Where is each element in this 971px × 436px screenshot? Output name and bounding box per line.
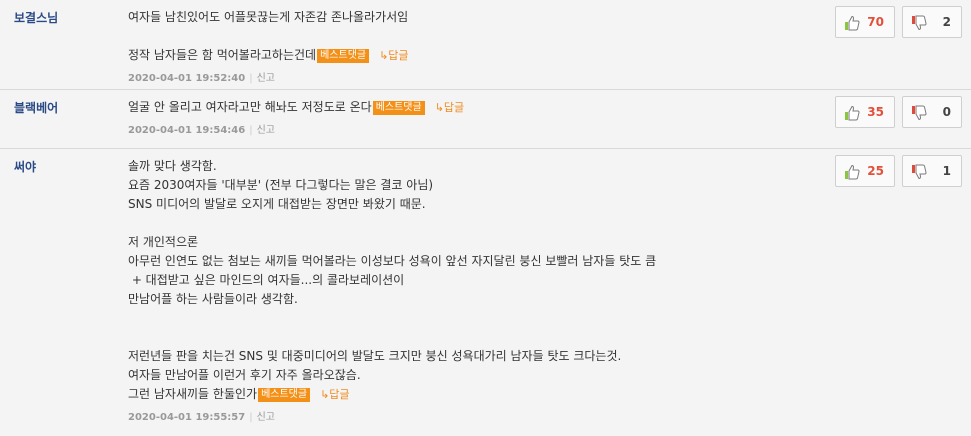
like-count: 35 [867,105,884,119]
comment-text-line: 만남어플 하는 사람들이라 생각함. [128,292,298,306]
comment-item: 써야 솔까 맞다 생각함. 요즘 2030여자들 '대부분' (전부 다그렇다는 말… [0,149,971,436]
comment-date: 2020-04-01 19:52:40 [128,73,246,84]
dislike-button[interactable]: 1 [902,155,962,187]
best-comment-badge: 베스트댓글 [317,49,370,63]
report-link[interactable]: 신고 [257,125,275,136]
meta-divider: | [249,73,253,84]
comment-text-line: 여자들 남친있어도 어플못끊는게 자존감 존나올라가서임 [128,10,409,24]
comment-meta: 2020-04-01 19:55:57 | 신고 [128,408,808,423]
comment-text-line: 정작 남자들은 함 먹어볼라고하는건데 베스트댓글 ↳답글 [128,46,808,65]
best-comment-badge: 베스트댓글 [258,388,311,402]
like-button[interactable]: 70 [835,6,895,38]
comment-author[interactable]: 보결스님 [14,9,58,26]
comment-text-line: 저 개인적으론 [128,235,199,249]
report-link[interactable]: 신고 [257,412,275,423]
comment-text-line [128,214,808,233]
dislike-button[interactable]: 2 [902,6,962,38]
dislike-button[interactable]: 0 [902,96,962,128]
like-button[interactable]: 25 [835,155,895,187]
reply-link[interactable]: ↳답글 [379,46,408,65]
meta-divider: | [249,412,253,423]
comment-list: 보결스님 여자들 남친있어도 어플못끊는게 자존감 존나올라가서임 정작 남자들은 … [0,0,971,436]
comment-text-line: 그런 남자새끼들 한둘인가 베스트댓글 ↳답글 [128,385,808,404]
comment-text-line: 솔까 맞다 생각함. [128,159,217,173]
best-comment-badge: 베스트댓글 [372,101,425,115]
comment-author[interactable]: 써야 [14,158,36,175]
comment-meta: 2020-04-01 19:52:40 | 신고 [128,69,808,84]
comment-item: 블랙베어 얼굴 안 올리고 여자라고만 해놔도 저정도로 온다 베스트댓글 ↳답글 20… [0,90,971,149]
comment-text-line: 요즘 2030여자들 '대부분' (전부 다그렇다는 말은 결코 아님) [128,178,434,192]
comment-body: 여자들 남친있어도 어플못끊는게 자존감 존나올라가서임 정작 남자들은 함 먹어… [128,8,808,84]
reply-link[interactable]: ↳답글 [435,98,464,117]
comment-date: 2020-04-01 19:55:57 [128,412,246,423]
comment-text-line [128,328,808,347]
report-link[interactable]: 신고 [257,73,275,84]
comment-text-line [128,309,808,328]
comment-date: 2020-04-01 19:54:46 [128,125,246,136]
like-count: 25 [867,164,884,178]
dislike-count: 2 [942,15,951,29]
comment-text-line: 여자들 만남어플 이런거 후기 자주 올라오잖슴. [128,368,361,382]
comment-text-line: 저런년들 판을 치는건 SNS 및 대중미디어의 발달도 크지만 붕신 성욕대가… [128,349,622,363]
comment-text-line: 아무런 인연도 없는 첨보는 새끼들 먹어볼라는 이성보다 성욕이 앞선 자지달… [128,254,657,268]
comment-body: 솔까 맞다 생각함. 요즘 2030여자들 '대부분' (전부 다그렇다는 말은 … [128,157,808,423]
meta-divider: | [249,125,253,136]
comment-text-line [128,27,808,46]
reply-link[interactable]: ↳답글 [320,385,349,404]
comment-author[interactable]: 블랙베어 [14,99,58,116]
comment-item: 보결스님 여자들 남친있어도 어플못끊는게 자존감 존나올라가서임 정작 남자들은 … [0,0,971,90]
comment-text-line: 얼굴 안 올리고 여자라고만 해놔도 저정도로 온다 베스트댓글 ↳답글 [128,98,808,117]
comment-text-line: + 대접받고 싶은 마인드의 여자들...의 콜라보레이션이 [128,273,405,287]
comment-meta: 2020-04-01 19:54:46 | 신고 [128,121,808,136]
dislike-count: 0 [942,105,951,119]
like-button[interactable]: 35 [835,96,895,128]
comment-body: 얼굴 안 올리고 여자라고만 해놔도 저정도로 온다 베스트댓글 ↳답글 2020-0… [128,98,808,136]
comment-text-line: SNS 미디어의 발달로 오지게 대접받는 장면만 봐왔기 때문. [128,197,426,211]
like-count: 70 [867,15,884,29]
dislike-count: 1 [942,164,951,178]
